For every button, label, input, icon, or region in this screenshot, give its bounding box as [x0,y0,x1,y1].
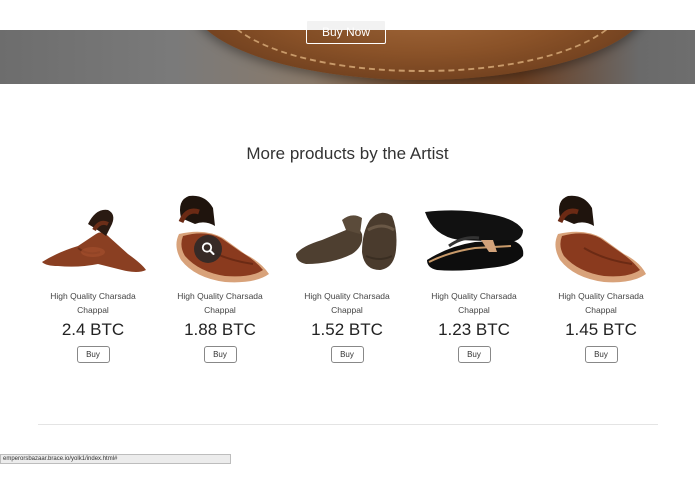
product-card[interactable]: High Quality Charsada Chappal 1.52 BTC B… [292,190,402,363]
product-name: High Quality Charsada Chappal [50,291,136,315]
product-image[interactable] [38,190,148,286]
zoom-button[interactable] [194,235,222,263]
product-image[interactable] [546,190,656,286]
product-card[interactable]: High Quality Charsada Chappal 1.23 BTC B… [419,190,529,363]
hero-buy-now-button[interactable]: Buy Now [306,20,386,44]
product-image[interactable] [419,190,529,286]
buy-button[interactable]: Buy [330,346,364,363]
footer-divider [38,424,658,425]
hero-stitching [220,30,624,72]
product-name: High Quality Charsada Chappal [431,291,517,315]
hero-buy-now-label: Buy Now [321,25,371,39]
product-price: 1.52 BTC [311,320,383,339]
product-card[interactable]: High Quality Charsada Chappal 2.4 BTC Bu… [38,190,148,363]
search-icon [201,242,215,255]
product-card[interactable]: High Quality Charsada Chappal 1.45 BTC B… [546,190,656,363]
buy-button[interactable]: Buy [76,346,110,363]
status-bar-url: emperorsbazaar.brace.io/yolk1/index.html… [0,454,231,464]
product-card[interactable]: High Quality Charsada Chappal 1.88 BTC B… [165,190,275,363]
product-price: 1.45 BTC [565,320,637,339]
product-name: High Quality Charsada Chappal [304,291,390,315]
buy-button[interactable]: Buy [203,346,237,363]
product-name: High Quality Charsada Chappal [177,291,263,315]
product-name: High Quality Charsada Chappal [558,291,644,315]
product-image[interactable] [292,190,402,286]
product-price: 1.88 BTC [184,320,256,339]
buy-button[interactable]: Buy [457,346,491,363]
section-title: More products by the Artist [246,144,449,163]
buy-button[interactable]: Buy [584,346,618,363]
product-price: 1.23 BTC [438,320,510,339]
product-price: 2.4 BTC [61,320,125,339]
product-image[interactable] [165,190,275,286]
